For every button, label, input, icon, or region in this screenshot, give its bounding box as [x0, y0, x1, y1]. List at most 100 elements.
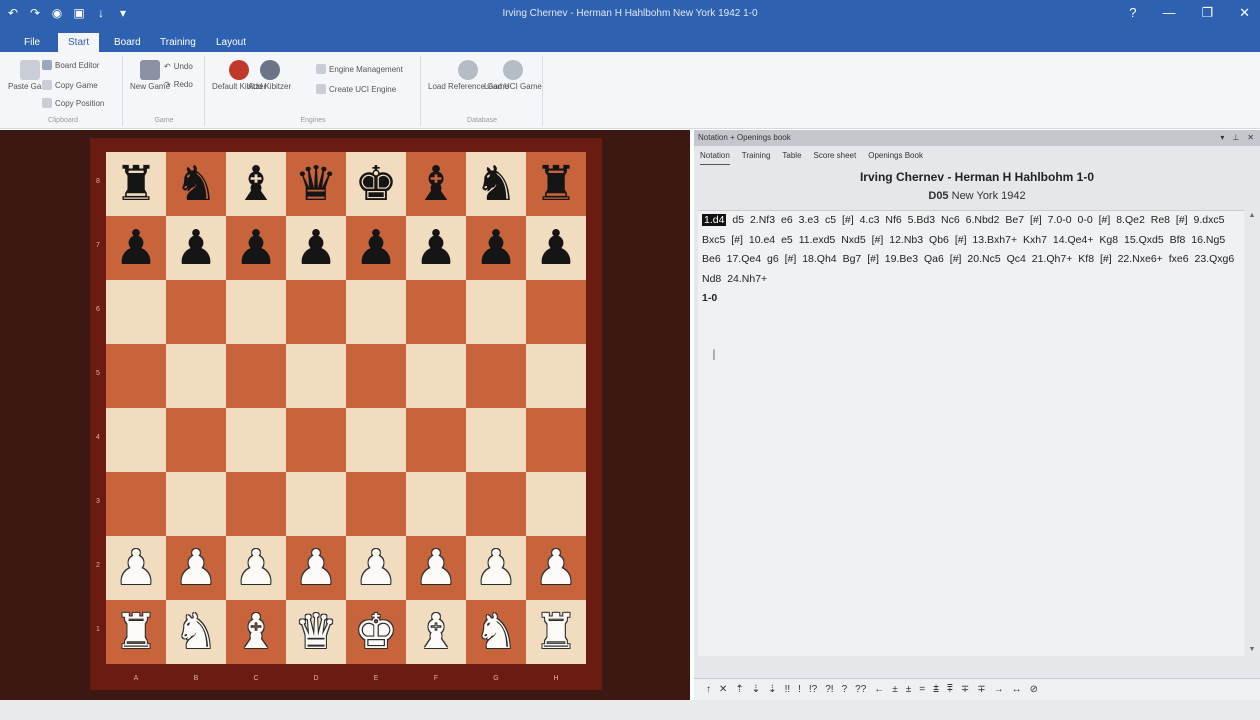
copy-game-button[interactable]: Copy Game — [42, 80, 98, 90]
move[interactable]: Nf6 — [885, 214, 901, 226]
annotation-button[interactable]: ✕ — [719, 684, 727, 695]
square-d7[interactable]: ♟ — [286, 216, 346, 280]
square-h1[interactable]: ♜ — [526, 600, 586, 664]
annotation-button[interactable]: → — [994, 684, 1004, 695]
annotation-button[interactable]: ← — [874, 684, 884, 695]
square-d3[interactable] — [286, 472, 346, 536]
move[interactable]: fxe6 — [1169, 253, 1189, 265]
move[interactable]: Kg8 — [1099, 234, 1118, 246]
move[interactable]: 23.Qxg6 — [1195, 253, 1235, 265]
move[interactable]: Be7 — [1005, 214, 1024, 226]
square-a3[interactable] — [106, 472, 166, 536]
annotation-button[interactable]: ↔ — [1012, 684, 1022, 695]
white-knight-icon[interactable]: ♞ — [474, 608, 517, 656]
move[interactable]: d5 — [732, 214, 744, 226]
move[interactable]: 4.c3 — [860, 214, 880, 226]
close-button[interactable]: ✕ — [1239, 5, 1250, 21]
tab-table[interactable]: Table — [782, 148, 801, 164]
diagram-marker[interactable]: [#] — [731, 234, 743, 246]
square-e5[interactable] — [346, 344, 406, 408]
move[interactable]: Be6 — [702, 253, 721, 265]
annotation-button[interactable]: ∓ — [961, 684, 969, 695]
annotation-button[interactable]: ?? — [855, 684, 866, 695]
move[interactable]: 13.Bxh7+ — [972, 234, 1017, 246]
annotation-button[interactable]: ± — [906, 684, 912, 695]
square-e6[interactable] — [346, 280, 406, 344]
move[interactable]: 1.d4 — [702, 214, 727, 226]
diagram-marker[interactable]: [#] — [867, 253, 879, 265]
move[interactable]: 18.Qh4 — [802, 253, 836, 265]
diagram-marker[interactable]: [#] — [950, 253, 962, 265]
tab-training[interactable]: Training — [150, 33, 206, 52]
annotation-button[interactable]: = — [919, 684, 925, 695]
annotation-button[interactable]: !? — [809, 684, 817, 695]
annotation-button[interactable]: ⇣ — [768, 684, 776, 695]
move[interactable]: Kxh7 — [1023, 234, 1047, 246]
white-rook-icon[interactable]: ♜ — [534, 608, 577, 656]
square-h5[interactable] — [526, 344, 586, 408]
square-h4[interactable] — [526, 408, 586, 472]
white-bishop-icon[interactable]: ♝ — [414, 608, 457, 656]
square-e7[interactable]: ♟ — [346, 216, 406, 280]
white-pawn-icon[interactable]: ♟ — [114, 544, 157, 592]
square-c7[interactable]: ♟ — [226, 216, 286, 280]
load-uci-game-button[interactable]: Load UCI Game — [484, 60, 542, 91]
move[interactable]: 15.Qxd5 — [1124, 234, 1164, 246]
white-rook-icon[interactable]: ♜ — [114, 608, 157, 656]
white-pawn-icon[interactable]: ♟ — [174, 544, 217, 592]
square-f1[interactable]: ♝ — [406, 600, 466, 664]
square-c3[interactable] — [226, 472, 286, 536]
annotation-button[interactable]: ⩲ — [933, 684, 939, 695]
square-e2[interactable]: ♟ — [346, 536, 406, 600]
square-b3[interactable] — [166, 472, 226, 536]
move[interactable]: e6 — [781, 214, 793, 226]
move[interactable]: 19.Be3 — [885, 253, 918, 265]
black-pawn-icon[interactable]: ♟ — [114, 224, 157, 272]
black-pawn-icon[interactable]: ♟ — [534, 224, 577, 272]
move[interactable]: Re8 — [1151, 214, 1170, 226]
white-king-icon[interactable]: ♚ — [354, 608, 397, 656]
square-a1[interactable]: ♜ — [106, 600, 166, 664]
diagram-marker[interactable]: [#] — [1099, 214, 1111, 226]
square-a5[interactable] — [106, 344, 166, 408]
move[interactable]: g6 — [767, 253, 779, 265]
white-pawn-icon[interactable]: ♟ — [474, 544, 517, 592]
white-pawn-icon[interactable]: ♟ — [234, 544, 277, 592]
square-d5[interactable] — [286, 344, 346, 408]
move[interactable]: 12.Nb3 — [889, 234, 923, 246]
square-d4[interactable] — [286, 408, 346, 472]
square-g5[interactable] — [466, 344, 526, 408]
square-h2[interactable]: ♟ — [526, 536, 586, 600]
annotation-button[interactable]: ⊘ — [1030, 684, 1038, 695]
square-d6[interactable] — [286, 280, 346, 344]
move[interactable]: 3.e3 — [799, 214, 819, 226]
diagram-marker[interactable]: [#] — [842, 214, 854, 226]
square-e3[interactable] — [346, 472, 406, 536]
move[interactable]: Bxc5 — [702, 234, 725, 246]
tab-start[interactable]: Start — [58, 33, 100, 52]
black-knight-icon[interactable]: ♞ — [174, 160, 217, 208]
square-d8[interactable]: ♛ — [286, 152, 346, 216]
square-e4[interactable] — [346, 408, 406, 472]
square-c5[interactable] — [226, 344, 286, 408]
square-g1[interactable]: ♞ — [466, 600, 526, 664]
black-pawn-icon[interactable]: ♟ — [294, 224, 337, 272]
move[interactable]: Qb6 — [929, 234, 949, 246]
redo-button[interactable]: ↷ Redo — [164, 80, 193, 89]
pin-icon[interactable]: ⊥ — [1232, 130, 1239, 146]
create-uci-engine-button[interactable]: Create UCI Engine — [316, 84, 396, 94]
square-g4[interactable] — [466, 408, 526, 472]
annotation-button[interactable]: ↑ — [706, 684, 711, 695]
tab-training[interactable]: Training — [742, 148, 771, 164]
square-h7[interactable]: ♟ — [526, 216, 586, 280]
scroll-up-icon[interactable]: ▲ — [1246, 210, 1258, 222]
white-pawn-icon[interactable]: ♟ — [534, 544, 577, 592]
white-knight-icon[interactable]: ♞ — [174, 608, 217, 656]
diagram-marker[interactable]: [#] — [1100, 253, 1112, 265]
diagram-marker[interactable]: [#] — [872, 234, 884, 246]
white-bishop-icon[interactable]: ♝ — [234, 608, 277, 656]
undo-button[interactable]: ↶ Undo — [164, 62, 193, 71]
move[interactable]: Qa6 — [924, 253, 944, 265]
diagram-marker[interactable]: [#] — [785, 253, 797, 265]
square-a6[interactable] — [106, 280, 166, 344]
